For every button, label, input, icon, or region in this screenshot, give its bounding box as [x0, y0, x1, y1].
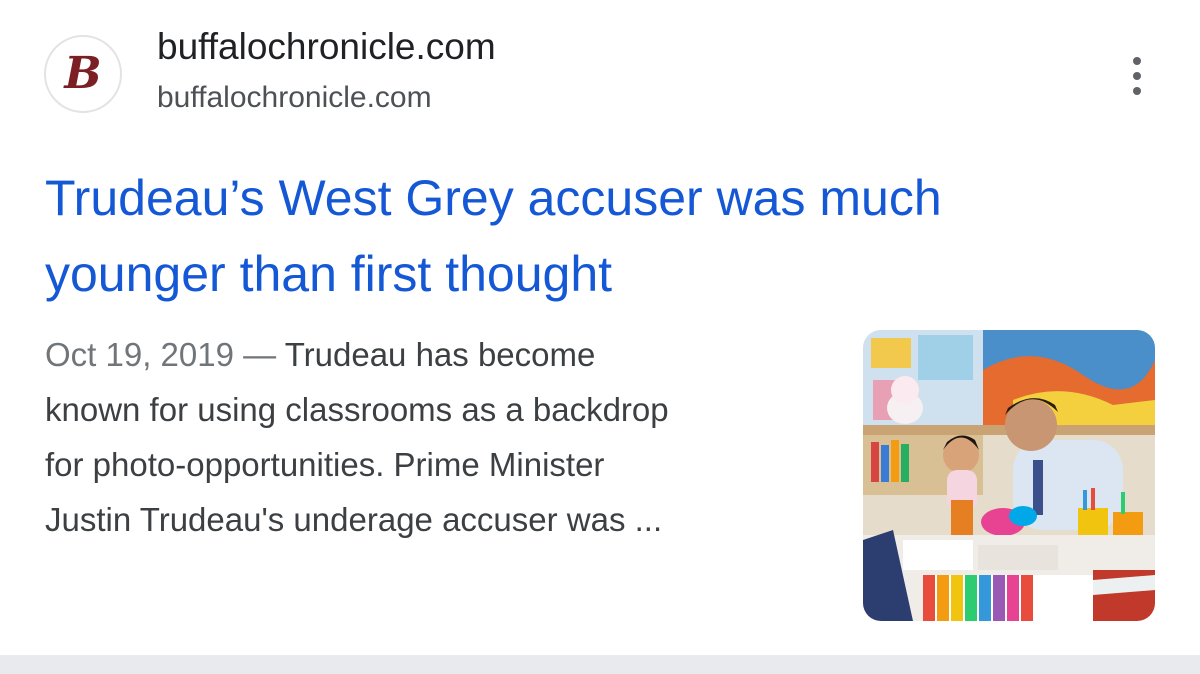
result-thumbnail-image[interactable] — [863, 330, 1155, 621]
result-date: Oct 19, 2019 — [45, 336, 234, 373]
bottom-divider — [0, 655, 1200, 674]
more-vert-icon-dot — [1133, 87, 1141, 95]
result-title-line: Trudeau’s West Grey accuser was much — [45, 170, 942, 226]
date-separator: — — [233, 336, 285, 373]
site-favicon[interactable]: B — [44, 35, 122, 113]
more-vert-icon — [1133, 57, 1141, 65]
snippet-text: Trudeau has become — [284, 336, 596, 373]
more-options-button[interactable] — [1117, 52, 1157, 100]
result-title-line: younger than first thought — [45, 246, 613, 302]
snippet-line: known for using classrooms as a backdrop — [45, 391, 669, 428]
more-vert-icon-dot — [1133, 72, 1141, 80]
result-title-link[interactable]: Trudeau’s West Grey accuser was much you… — [45, 160, 1165, 312]
snippet-line: for photo-opportunities. Prime Minister — [45, 446, 605, 483]
snippet-line: Justin Trudeau's underage accuser was ..… — [45, 501, 663, 538]
site-name[interactable]: buffalochronicle.com — [157, 26, 496, 68]
site-url: buffalochronicle.com — [157, 81, 432, 114]
snippet-line: Oct 19, 2019 — Trudeau has become — [45, 327, 825, 382]
result-snippet: Oct 19, 2019 — Trudeau has become known … — [45, 327, 825, 547]
search-result-card: B buffalochronicle.com buffalochronicle.… — [0, 0, 1200, 674]
favicon-letter: B — [64, 48, 102, 99]
